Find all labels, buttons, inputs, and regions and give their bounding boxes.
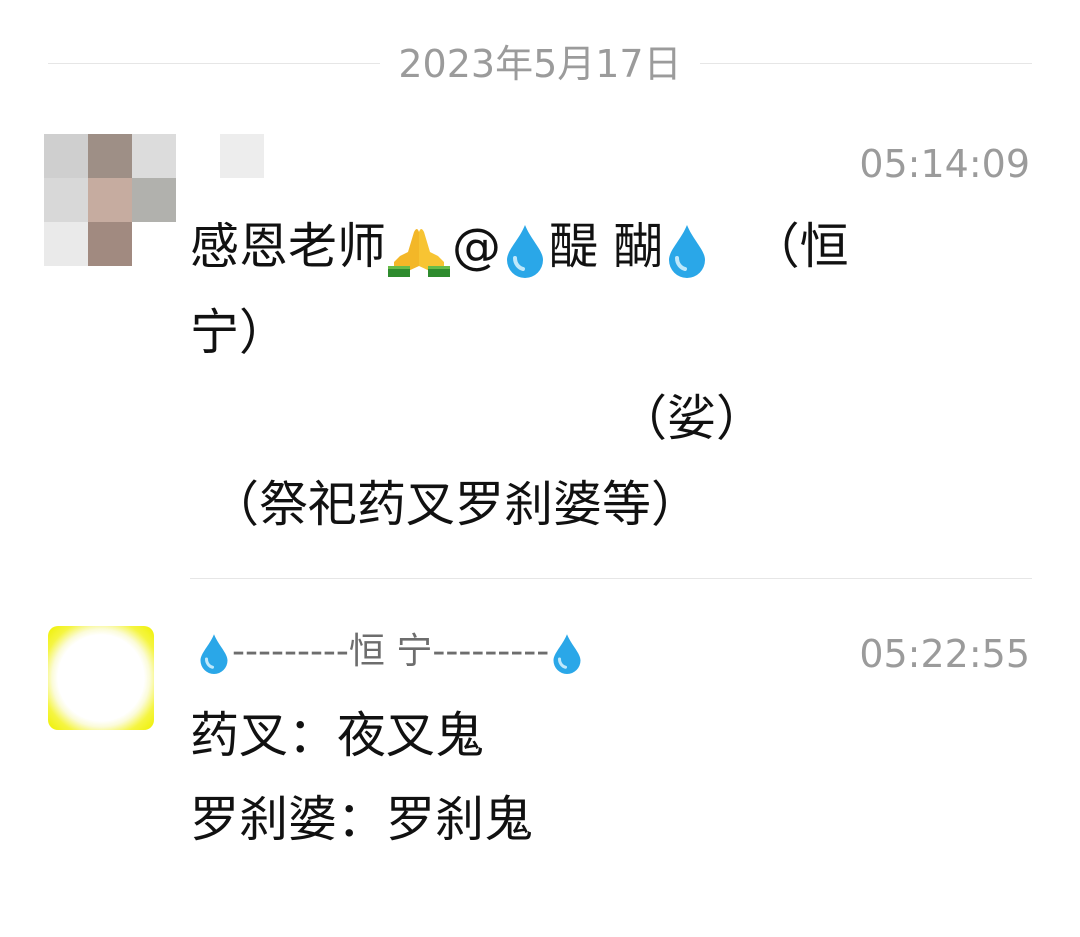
message-line-3: （娑） (618, 390, 766, 447)
droplet-icon (663, 222, 711, 278)
message-divider (190, 578, 1032, 579)
droplet-icon (549, 631, 585, 675)
droplet-icon (501, 222, 549, 278)
date-divider-left (48, 63, 380, 64)
folded-hands-icon (386, 222, 452, 278)
message-time: 05:14:09 (859, 142, 1030, 186)
message-body: 感恩老师 @ 醍 醐 （恒 宁） （娑） （祭祀药叉罗刹婆等） (190, 204, 849, 548)
message-time: 05:22:55 (859, 632, 1030, 676)
message-line-1: 感恩老师 @ 醍 醐 （恒 (190, 204, 849, 290)
message-line-2: 宁） (190, 304, 289, 361)
avatar[interactable] (48, 626, 154, 730)
date-divider-right (700, 63, 1032, 64)
date-separator: 2023年5月17日 (48, 36, 1032, 92)
avatar[interactable] (44, 134, 176, 266)
message-line-2: 罗刹婆：罗刹鬼 (190, 791, 534, 848)
sender-name[interactable]: ---------恒 宁--------- (196, 630, 585, 675)
date-label: 2023年5月17日 (398, 42, 682, 86)
droplet-icon (196, 631, 232, 675)
message-body: 药叉：夜叉鬼 罗刹婆：罗刹鬼 (190, 694, 533, 862)
message-line-4: （祭祀药叉罗刹婆等） (210, 476, 701, 533)
message-line-1: 药叉：夜叉鬼 (190, 707, 485, 764)
sender-name-blurred[interactable] (220, 134, 264, 178)
